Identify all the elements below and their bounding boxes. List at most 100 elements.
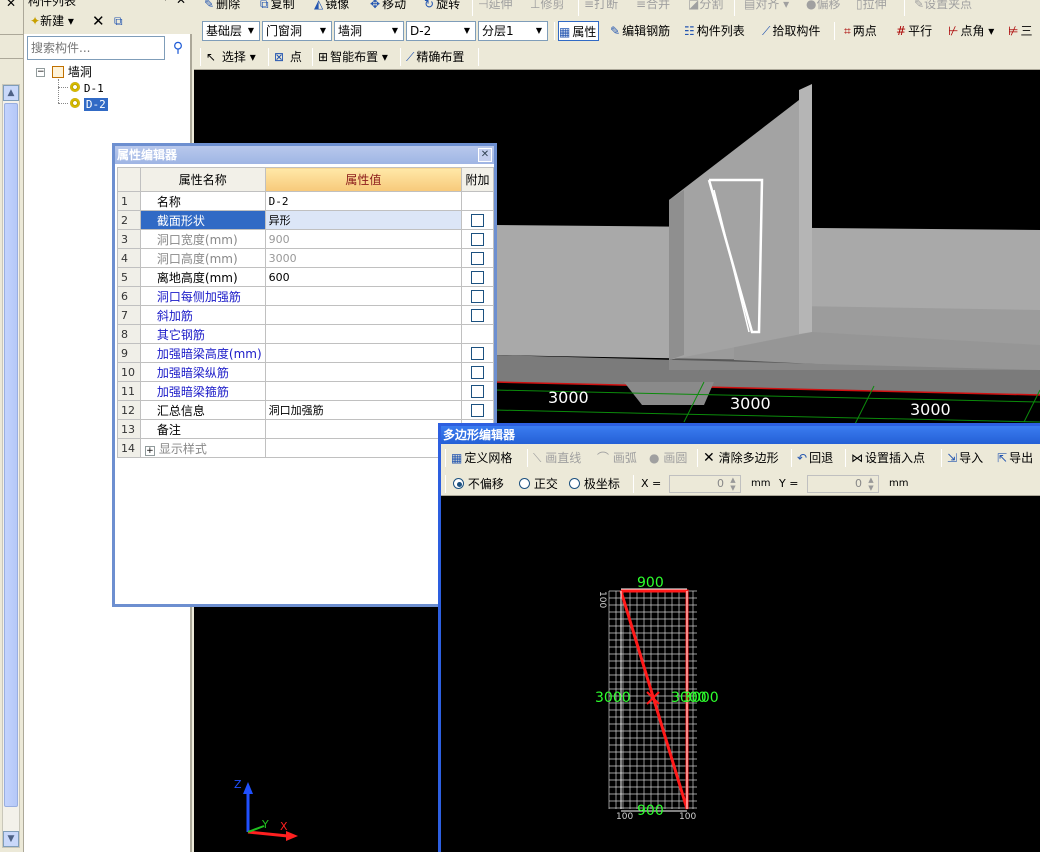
property-value[interactable]: 3000 [264,248,463,268]
checkbox[interactable] [471,309,484,322]
checkbox[interactable] [471,214,484,227]
property-value[interactable] [264,438,463,458]
table-row[interactable]: 9 加强暗梁高度(mm) [117,343,494,363]
rotate-button[interactable]: ↻ 旋转 [424,0,460,14]
property-value[interactable]: 异形 [264,210,463,230]
window-titlebar[interactable]: 多边形编辑器 [441,426,1040,444]
property-value[interactable]: 洞口加强筋 [264,400,463,420]
undo-button[interactable]: ↶ 回退 [797,448,833,468]
checkbox[interactable] [471,404,484,417]
select-button[interactable]: ↖ 选择 ▾ [206,47,256,67]
property-value[interactable] [264,362,463,382]
subtype-select[interactable]: 墙洞 ▼ [334,21,404,41]
move-button[interactable]: ✥ 移动 [370,0,406,14]
table-row[interactable]: 7 斜加筋 [117,305,494,325]
component-select[interactable]: D-2 ▼ [406,21,476,41]
checkbox[interactable] [471,385,484,398]
set-grip-button[interactable]: ✎设置夹点 [914,0,972,14]
checkbox[interactable] [471,347,484,360]
scroll-up-icon[interactable]: ▲ [3,85,19,101]
precise-layout-button[interactable]: ⟋ 精确布置 [406,47,464,67]
polar-radio[interactable]: 极坐标 [569,474,620,494]
layer-select[interactable]: 分层1 ▼ [478,21,548,41]
table-row[interactable]: 4 洞口高度(mm) 3000 [117,248,494,268]
extend-button[interactable]: ⊣延伸 [478,0,512,14]
search-icon[interactable]: ⚲ [168,38,188,58]
property-value[interactable] [264,305,463,325]
close-icon[interactable]: ✕ [478,148,492,162]
align-button[interactable]: ▤对齐 ▾ [744,0,789,14]
table-row-selected[interactable]: 2 截面形状 异形 [117,210,494,230]
property-value[interactable] [264,343,463,363]
table-row[interactable]: 10 加强暗梁纵筋 [117,362,494,382]
close-icon[interactable]: ✕ [176,0,186,7]
break-button[interactable]: ≡打断 [584,0,618,14]
table-row[interactable]: 6 洞口每侧加强筋 [117,286,494,306]
merge-button[interactable]: ≡合并 [636,0,670,14]
polygon-canvas[interactable]: 900 900 3000 3000 3000 100 100 100 [441,497,1040,852]
no-offset-radio[interactable]: 不偏移 [453,474,504,494]
pick-component-button[interactable]: ⟋ 拾取构件 [762,21,820,41]
offset-button[interactable]: ●偏移 [806,0,841,14]
table-row[interactable]: 12 汇总信息 洞口加强筋 [117,400,494,420]
checkbox[interactable] [471,252,484,265]
split-button[interactable]: ◪分割 [688,0,723,14]
import-button[interactable]: ⇲ 导入 [947,448,983,468]
stretch-button[interactable]: ▯拉伸 [856,0,887,14]
checkbox[interactable] [471,271,484,284]
property-value[interactable] [264,381,463,401]
draw-circle-button[interactable]: ● 画圆 [649,448,687,468]
component-list-button[interactable]: ☷ 构件列表 [684,21,745,41]
tree-root[interactable]: 墙洞 [52,64,92,80]
collapse-icon[interactable]: − [36,68,45,77]
edit-rebar-button[interactable]: ✎ 编辑钢筋 [610,21,670,41]
search-input[interactable] [27,36,165,60]
pin-icon[interactable]: ᵠ [163,0,168,7]
scroll-thumb[interactable] [4,103,18,807]
tree-item[interactable]: D-1 [70,80,104,96]
draw-line-button[interactable]: ⟍ 画直线 [533,448,581,468]
ortho-radio[interactable]: 正交 [519,474,558,494]
clear-polygon-button[interactable]: ✕ 清除多边形 [703,448,779,468]
three-point-button[interactable]: ⊭ 三 [1008,21,1032,41]
window-titlebar[interactable]: 属性编辑器 ✕ [115,146,494,164]
set-insert-point-button[interactable]: ⋈ 设置插入点 [851,448,925,468]
x-coordinate-input[interactable]: 0 ▲ ▼ [669,475,741,493]
export-button[interactable]: ⇱ 导出 [997,448,1033,468]
delete-button[interactable]: ✎ 删除 [204,0,240,14]
draw-arc-button[interactable]: ⌒ 画弧 [597,448,637,468]
smart-layout-button[interactable]: ⊞ 智能布置 ▾ [318,47,388,67]
point-angle-button[interactable]: ⊬ 点角 ▾ [948,21,994,41]
table-row[interactable]: 8 其它钢筋 [117,324,494,344]
define-grid-button[interactable]: ▦ 定义网格 [451,448,512,468]
table-row[interactable]: 11 加强暗梁箍筋 [117,381,494,401]
property-value[interactable] [264,286,463,306]
copy-button[interactable]: ⧉ 复制 [260,0,295,14]
expand-icon[interactable]: + [144,445,155,456]
close-icon[interactable]: ✕ [6,0,16,10]
new-button[interactable]: ✦新建 ▾ [30,12,74,30]
delete-icon[interactable]: ✕ [92,12,105,30]
two-point-button[interactable]: ⌗ 两点 [844,21,877,41]
table-row[interactable]: 5 离地高度(mm) 600 [117,267,494,287]
vertical-scrollbar[interactable]: ▲ ▼ [2,84,20,848]
table-row[interactable]: 3 洞口宽度(mm) 900 [117,229,494,249]
property-value[interactable]: D-2 [264,191,463,211]
property-value[interactable] [264,324,463,344]
floor-select[interactable]: 基础层 ▼ [202,21,260,41]
checkbox[interactable] [471,233,484,246]
property-value[interactable] [264,419,463,439]
copy-icon[interactable]: ⧉ [114,12,123,30]
type-select[interactable]: 门窗洞 ▼ [262,21,332,41]
scroll-down-icon[interactable]: ▼ [3,831,19,847]
table-row[interactable]: 1 名称 D-2 [117,191,494,211]
properties-button[interactable]: ▦ 属性 [558,21,600,41]
mirror-button[interactable]: ◭ 镜像 [314,0,349,14]
property-value[interactable]: 900 [264,229,463,249]
point-button[interactable]: ⊠ 点 [274,47,302,67]
checkbox[interactable] [471,366,484,379]
y-coordinate-input[interactable]: 0 ▲ ▼ [807,475,879,493]
property-value[interactable]: 600 [264,267,463,287]
tree-item-selected[interactable]: D-2 [70,96,108,112]
trim-button[interactable]: ⊥修剪 [530,0,564,14]
